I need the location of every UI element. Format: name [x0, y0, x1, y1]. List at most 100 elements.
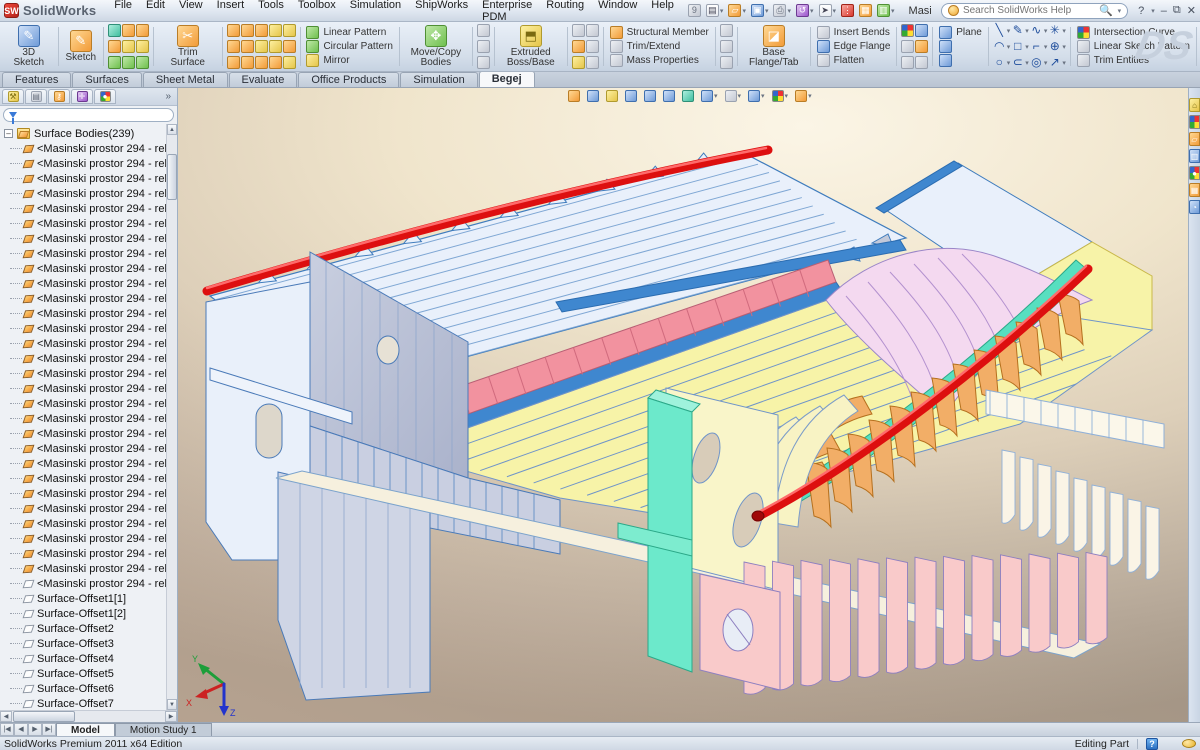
trim-extend-button[interactable]: Trim/Extend — [610, 40, 709, 54]
displaymanager-tab[interactable]: ● — [94, 89, 116, 104]
new-document-icon[interactable]: ▤▾ — [704, 3, 726, 18]
help-button[interactable]: ? — [1138, 5, 1144, 17]
pin-icon[interactable]: 9 — [686, 3, 703, 18]
tree-item-surface-offset11[interactable]: Surface-Offset1[1] — [0, 591, 177, 606]
linear-pattern-button[interactable]: Linear Pattern — [306, 26, 392, 40]
toolbar-icon[interactable] — [122, 55, 135, 70]
toolbar-icon[interactable] — [255, 55, 268, 70]
toolbar-icon[interactable]: ○▾ — [993, 55, 1011, 70]
tree-vertical-scrollbar[interactable]: ▲ ▼ — [166, 124, 177, 710]
scrollbar-thumb[interactable] — [167, 154, 177, 200]
rebuild-traffic-light-icon[interactable]: ⋮ — [839, 3, 856, 18]
print-icon[interactable]: ⎙▾ — [771, 3, 793, 18]
toolbar-icon[interactable]: ⊂▾ — [1011, 55, 1029, 70]
toolbar-icon[interactable] — [227, 39, 240, 54]
toolbar-icon[interactable] — [122, 39, 135, 54]
dropdown-caret-icon[interactable]: ▾ — [1007, 59, 1011, 67]
close-button[interactable]: ✕ — [1187, 4, 1196, 17]
dropdown-caret-icon[interactable]: ▾ — [891, 7, 895, 15]
zoom-to-area-icon[interactable] — [642, 89, 658, 103]
tree-item-surface-body[interactable]: <Masinski prostor 294 - rebra i p — [0, 246, 177, 261]
structural-member-button[interactable]: Structural Member — [610, 26, 709, 40]
toolbar-icon[interactable] — [901, 39, 914, 54]
menu-insert[interactable]: Insert — [211, 0, 251, 25]
zoom-to-fit-icon[interactable] — [623, 89, 639, 103]
insert-bends-button[interactable]: Insert Bends — [817, 26, 891, 40]
plane-button[interactable]: Plane — [939, 26, 982, 40]
toolbar-icon[interactable] — [136, 23, 149, 38]
tab-model[interactable]: Model — [56, 723, 115, 736]
tree-item-surface-body[interactable]: <Masinski prostor 294 - rebra i p — [0, 216, 177, 231]
toolbar-icon[interactable] — [269, 55, 282, 70]
tree-root-surface-bodies[interactable]: –Surface Bodies(239) — [0, 126, 177, 141]
toolbar-icon[interactable] — [477, 23, 490, 38]
tree-item-surface-body[interactable]: <Masinski prostor 294 - rebra i p — [0, 261, 177, 276]
toolbar-icon[interactable] — [283, 39, 296, 54]
configurationmanager-tab[interactable]: ⚷ — [48, 89, 70, 104]
dropdown-caret-icon[interactable]: ▾ — [1025, 59, 1029, 67]
scroll-down-icon[interactable]: ▼ — [167, 699, 177, 710]
last-tab-icon[interactable]: ▶| — [42, 723, 56, 736]
scroll-left-icon[interactable]: ◀ — [0, 711, 12, 722]
menu-shipworks[interactable]: ShipWorks — [409, 0, 474, 25]
dropdown-caret-icon[interactable]: ▾ — [1007, 27, 1011, 35]
dropdown-caret-icon[interactable]: ▾ — [738, 92, 742, 100]
tree-item-surface-body[interactable]: <Masinski prostor 294 - rebra i p — [0, 201, 177, 216]
file-properties-icon[interactable]: ▦ — [857, 3, 874, 18]
dropdown-caret-icon[interactable]: ▾ — [1007, 43, 1011, 51]
tree-item-surface-offset6[interactable]: Surface-Offset6 — [0, 681, 177, 696]
dropdown-caret-icon[interactable]: ▾ — [1062, 59, 1066, 67]
tree-item-surface-offset3[interactable]: Surface-Offset3 — [0, 636, 177, 651]
tree-item-surface-body[interactable]: <Masinski prostor 294 - rebra i p — [0, 486, 177, 501]
menu-routing[interactable]: Routing — [540, 0, 590, 25]
menu-window[interactable]: Window — [592, 0, 643, 25]
file-explorer-icon[interactable]: ▥ — [1189, 149, 1200, 163]
toolbar-icon[interactable] — [901, 55, 914, 70]
search-icon[interactable]: 🔍 — [1099, 4, 1113, 17]
cm-tab-sheet-metal[interactable]: Sheet Metal — [143, 72, 228, 87]
dropdown-caret-icon[interactable]: ▾ — [765, 7, 769, 15]
search-input[interactable] — [963, 5, 1095, 16]
mass-properties-button[interactable]: Mass Properties — [610, 53, 709, 67]
toolbar-icon[interactable] — [720, 55, 733, 70]
dropdown-caret-icon[interactable]: ▾ — [808, 92, 812, 100]
panel-more-icon[interactable]: » — [165, 91, 175, 102]
toolbar-icon[interactable] — [915, 39, 928, 54]
cm-tab-surfaces[interactable]: Surfaces — [72, 72, 141, 87]
toolbar-icon[interactable] — [283, 55, 296, 70]
dropdown-caret-icon[interactable]: ▾ — [833, 7, 837, 15]
toolbar-icon[interactable] — [477, 55, 490, 70]
edge-flange-button[interactable]: Edge Flange — [817, 40, 891, 54]
menu-file[interactable]: File — [108, 0, 138, 25]
dimxpertmanager-tab[interactable]: ✛ — [71, 89, 93, 104]
featuremanager-tab[interactable]: ⚒ — [2, 89, 24, 104]
toolbar-icon[interactable]: ⌐▾ — [1030, 39, 1048, 54]
tree-item-surface-offset5[interactable]: Surface-Offset5 — [0, 666, 177, 681]
web-icon[interactable]: ◔ — [1189, 200, 1200, 214]
search-options-caret-icon[interactable]: ▾ — [1118, 7, 1122, 15]
tab-motion-study[interactable]: Motion Study 1 — [115, 723, 212, 736]
tree-item-surface-body[interactable]: <Masinski prostor 294 - rebra i p — [0, 396, 177, 411]
flatten-button[interactable]: Flatten — [817, 53, 891, 67]
custom-properties-icon[interactable]: ▦ — [1189, 183, 1200, 197]
toolbar-icon[interactable] — [283, 23, 296, 38]
menu-edit[interactable]: Edit — [140, 0, 171, 25]
tree-item-surface-body[interactable]: <Masinski prostor 294 - rebra i p — [0, 231, 177, 246]
menu-toolbox[interactable]: Toolbox — [292, 0, 342, 25]
dropdown-caret-icon[interactable]: ▾ — [720, 7, 724, 15]
section-view-icon[interactable] — [680, 89, 696, 103]
toolbar-icon[interactable] — [241, 23, 254, 38]
menu-view[interactable]: View — [173, 0, 209, 25]
cm-tab-office-products[interactable]: Office Products — [298, 72, 399, 87]
next-tab-icon[interactable]: ▶ — [28, 723, 42, 736]
toolbar-icon[interactable] — [227, 55, 240, 70]
tree-item-surface-body[interactable]: <Masinski prostor 294 - rebra i p — [0, 171, 177, 186]
dropdown-caret-icon[interactable]: ▾ — [1044, 27, 1048, 35]
help-search[interactable]: 🔍 ▾ — [941, 3, 1128, 19]
tree-item-surface-body[interactable]: <Masinski prostor 294 - rebra i p — [0, 546, 177, 561]
cm-tab-features[interactable]: Features — [2, 72, 71, 87]
dropdown-caret-icon[interactable]: ▾ — [785, 92, 789, 100]
dropdown-caret-icon[interactable]: ▾ — [1044, 43, 1048, 51]
base-flange-tab-button[interactable]: ◪Base Flange/Tab — [742, 24, 806, 69]
tree-item-surface-body[interactable]: <Masinski prostor 294 - rebra i p — [0, 516, 177, 531]
